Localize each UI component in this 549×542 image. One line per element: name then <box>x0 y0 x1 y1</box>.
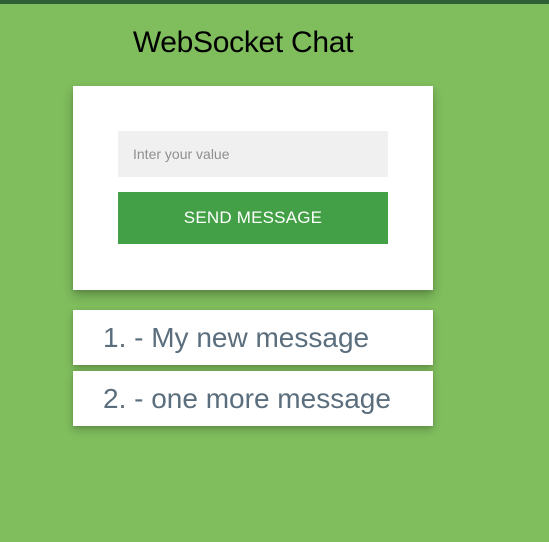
message-input[interactable] <box>118 131 388 177</box>
page-title: WebSocket Chat <box>132 26 354 59</box>
message-list: 1. - My new message 2. - one more messag… <box>73 310 433 432</box>
top-bar <box>0 0 549 4</box>
send-message-button[interactable]: SEND MESSAGE <box>118 192 388 244</box>
message-form-card: SEND MESSAGE <box>73 86 433 290</box>
message-item: 1. - My new message <box>73 310 433 365</box>
message-item: 2. - one more message <box>73 371 433 426</box>
